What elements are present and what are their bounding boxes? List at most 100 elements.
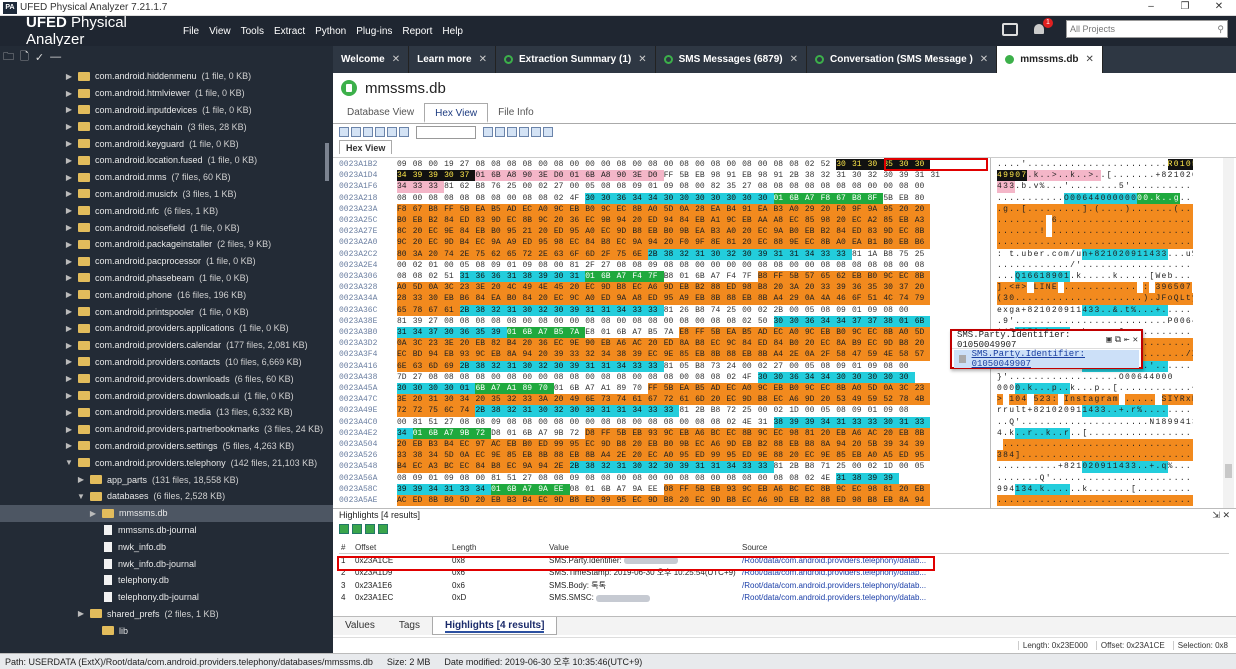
hex-ascii[interactable]: (30.....................).JFoQLty <box>997 293 1193 305</box>
tree-item[interactable]: ▶ com.android.providers.calendar (177 file… <box>0 337 333 354</box>
expand-arrow-icon[interactable]: ▶ <box>64 223 74 232</box>
hex-bytes[interactable]: 08 09 01 09 08 00 81 51 27 08 08 09 08 08 00 08 00 00 08 08… <box>397 472 987 484</box>
hex-bytes[interactable]: 72 72 75 6C 74 2B 38 32 31 30 32 30 39 31 31 34 33 33 81 2B… <box>397 405 987 417</box>
menu-plugins[interactable]: Plug-ins <box>356 26 392 37</box>
hex-bytes[interactable]: 08 00 08 08 08 08 08 00 08 08 02 4F 30 30 36 34 34 30 30 30… <box>397 192 987 204</box>
hex-bytes[interactable]: 9C 20 EC 9D B4 EC 9A A9 ED 95 98 EC 84 B8 EC 9A 94 20 F0 9F… <box>397 237 987 249</box>
hex-bytes[interactable]: 28 33 30 EB B6 84 EA B0 84 20 EC 9C A0 ED 9A A8 ED 95 A9 EB… <box>397 293 987 305</box>
close-tab-icon[interactable]: ✕ <box>980 54 988 65</box>
project-search-input[interactable]: All Projects ⚲ <box>1066 20 1228 38</box>
expand-arrow-icon[interactable]: ▶ <box>88 509 98 518</box>
layout-grid-icon[interactable] <box>531 127 541 137</box>
hex-bytes[interactable]: 65 78 67 61 2B 38 32 31 30 32 30 39 31 31 34 33 33 81 26 B8… <box>397 304 987 316</box>
expand-arrow-icon[interactable]: ▶ <box>64 206 74 215</box>
hex-ascii[interactable]: ..Q'.....................N1899413 <box>997 417 1193 428</box>
tab-welcome[interactable]: Welcome ✕ <box>333 46 410 73</box>
camera-icon[interactable] <box>1002 22 1018 36</box>
hex-editor[interactable]: 0023A1B2 09 08 00 19 27 08 08 08 08 00 08 00 00 00 08 00… <box>333 158 1236 508</box>
tree-item[interactable]: ▶ com.android.providers.partnerbookmarks (… <box>0 421 333 438</box>
tree-item[interactable]: ▶ shared_prefs (2 files, 1 KB) <box>0 606 333 623</box>
search-icon[interactable]: ⚲ <box>1217 24 1224 35</box>
layout-split-icon[interactable] <box>519 127 529 137</box>
tree-item[interactable]: lib <box>0 622 333 639</box>
tree-item[interactable]: ▶ com.android.inputdevices (1 file, 0 KB) <box>0 102 333 119</box>
tree-item[interactable]: ▼ com.android.providers.telephony (142 fil… <box>0 454 333 471</box>
expand-arrow-icon[interactable]: ▶ <box>64 240 74 249</box>
hex-bytes[interactable]: 3E 20 31 30 34 20 35 32 33 3A 20 49 6E 73 74 61 67 72 61 6D… <box>397 394 987 406</box>
expand-arrow-icon[interactable]: ▶ <box>64 156 74 165</box>
tab-mmssms-db[interactable]: mmssms.db ✕ <box>997 46 1103 73</box>
hex-bytes[interactable]: 34 39 39 30 37 01 6B A8 90 3E D0 01 6B A8 90 3E D0 FF 5B EB… <box>397 170 987 182</box>
hex-bytes[interactable]: F8 67 B8 FF 5B EA B5 AD EC A0 9C EB B0 9C EC 8B A0 5D 0A 28… <box>397 203 987 215</box>
tree-item[interactable]: ▶ com.android.providers.downloads (6 files… <box>0 370 333 387</box>
export-excel-icon[interactable] <box>339 524 349 534</box>
expand-arrow-icon[interactable]: ▶ <box>64 72 74 81</box>
tree-item[interactable]: ▶ com.android.keychain (3 files, 28 KB) <box>0 118 333 135</box>
tree-item[interactable]: ▶ com.android.htmlviewer (1 file, 0 KB) <box>0 85 333 102</box>
expand-arrow-icon[interactable]: ▶ <box>64 441 74 450</box>
copy-icon[interactable] <box>351 127 361 137</box>
expand-arrow-icon[interactable]: ▶ <box>64 139 74 148</box>
tree-item[interactable]: ▶ app_parts (131 files, 18,558 KB) <box>0 471 333 488</box>
hex-scrollbar[interactable] <box>1223 158 1234 508</box>
expand-arrow-icon[interactable]: ▶ <box>76 609 86 618</box>
copy-icon[interactable]: ⧉ <box>1115 335 1121 345</box>
expand-arrow-icon[interactable]: ▶ <box>64 189 74 198</box>
tree-item[interactable]: nwk_info.db-journal <box>0 555 333 572</box>
hex-ascii[interactable]: ].<#> LINE ............ : 396507 <box>997 282 1193 294</box>
expand-arrow-icon[interactable]: ▶ <box>64 173 74 182</box>
hex-ascii[interactable]: > 104 523: Instagram ..... SIYRxK <box>997 394 1193 406</box>
close-icon[interactable]: ✕ <box>1133 335 1138 345</box>
tree-item[interactable]: ▶ com.android.phasebeam (1 file, 0 KB) <box>0 270 333 287</box>
panel-controls[interactable]: ⇲ ✕ <box>1212 509 1236 522</box>
hex-bytes[interactable]: 6E 63 6D 69 2B 38 32 31 30 32 30 39 31 31 34 33 33 81 05 B8… <box>397 360 987 372</box>
hex-ascii[interactable]: 49907.k..>..k..>..[.......+821020911 <box>997 170 1193 182</box>
close-tab-icon[interactable]: ✕ <box>479 54 487 65</box>
tab-highlights[interactable]: Highlights [4 results] <box>431 617 558 635</box>
tree-item[interactable]: ▶ com.android.providers.settings (5 files,… <box>0 438 333 455</box>
table-cell[interactable]: /Root/data/com.android.providers.telepho… <box>742 593 937 602</box>
tab-hex-view[interactable]: Hex View <box>424 103 489 123</box>
add-icon[interactable] <box>365 524 375 534</box>
tree-item[interactable]: ▶ com.android.location.fused (1 file, 0 KB… <box>0 152 333 169</box>
hex-bytes[interactable]: 39 39 34 31 33 34 01 6B A7 9A EE 08 01 6B A7 9A EE 08 FF 5B… <box>397 483 987 495</box>
hex-ascii[interactable]: : t.uber.com/un+821020911433...u% <box>997 248 1193 260</box>
expand-arrow-icon[interactable]: ▶ <box>64 89 74 98</box>
find-next-icon[interactable] <box>375 127 385 137</box>
hex-ascii[interactable]: ....'.......................R010500 <box>997 159 1193 171</box>
hex-bytes[interactable]: 08 08 02 51 31 36 36 31 38 39 30 31 01 6B A7 F4 7F B8 01 6B… <box>397 271 987 283</box>
expand-arrow-icon[interactable]: ▶ <box>64 374 74 383</box>
menu-file[interactable]: File <box>183 26 199 37</box>
hex-bytes[interactable]: 33 38 34 5D 0A EC 9E 85 EB 8B 88 EB 8B A4 2E 20 EC A0 95 ED… <box>397 450 987 462</box>
expand-arrow-icon[interactable]: ▶ <box>64 122 74 131</box>
close-button[interactable]: ✕ <box>1202 0 1236 14</box>
table-row[interactable]: 4 0x23A1EC 0xD SMS.SMSC:/Root/data/com.andr… <box>339 592 1229 605</box>
expand-arrow-icon[interactable]: ▶ <box>64 324 74 333</box>
export-icon[interactable] <box>352 524 362 534</box>
close-tab-icon[interactable]: ✕ <box>638 54 646 65</box>
hex-bytes[interactable]: 81 39 27 08 08 08 08 08 00 08 00 00 08 08 00 08 08 00 08 00… <box>397 315 987 327</box>
hex-ascii[interactable]: ..................................[949 <box>997 439 1193 451</box>
hex-ascii[interactable]: rrult+821020911433..+.r%.......... <box>997 405 1193 417</box>
export-icon[interactable] <box>483 127 493 137</box>
hex-ascii[interactable]: 4.k..r..k..r..[................. <box>997 427 1193 439</box>
tree-item[interactable]: ▶ com.android.phone (16 files, 196 KB) <box>0 286 333 303</box>
menu-python[interactable]: Python <box>315 26 346 37</box>
tab-database-view[interactable]: Database View <box>337 103 424 123</box>
tree-item[interactable]: telephony.db-journal <box>0 589 333 606</box>
new-file-icon[interactable]: 🗋 <box>20 48 29 67</box>
menu-extract[interactable]: Extract <box>274 26 305 37</box>
goto-icon[interactable] <box>387 127 397 137</box>
open-folder-icon[interactable]: 🗀 <box>3 48 14 67</box>
tooltip-link[interactable]: SMS.Party.Identifier: 01050049907 <box>954 349 1139 369</box>
dock-icon[interactable]: ⇤ <box>1124 335 1129 345</box>
expand-arrow-icon[interactable]: ▶ <box>64 341 74 350</box>
hex-ascii[interactable]: ........ 6............................ <box>997 215 1193 227</box>
encoding-dropdown[interactable] <box>416 125 476 139</box>
close-tab-icon[interactable]: ✕ <box>392 54 400 65</box>
remove-icon[interactable] <box>378 524 388 534</box>
expand-arrow-icon[interactable]: ▶ <box>64 357 74 366</box>
tab-extraction-summary[interactable]: Extraction Summary (1) ✕ <box>496 46 656 73</box>
hex-ascii[interactable]: ............/'.......................... <box>997 260 1193 271</box>
tree-item[interactable]: ▶ com.android.providers.downloads.ui (1 fi… <box>0 387 333 404</box>
